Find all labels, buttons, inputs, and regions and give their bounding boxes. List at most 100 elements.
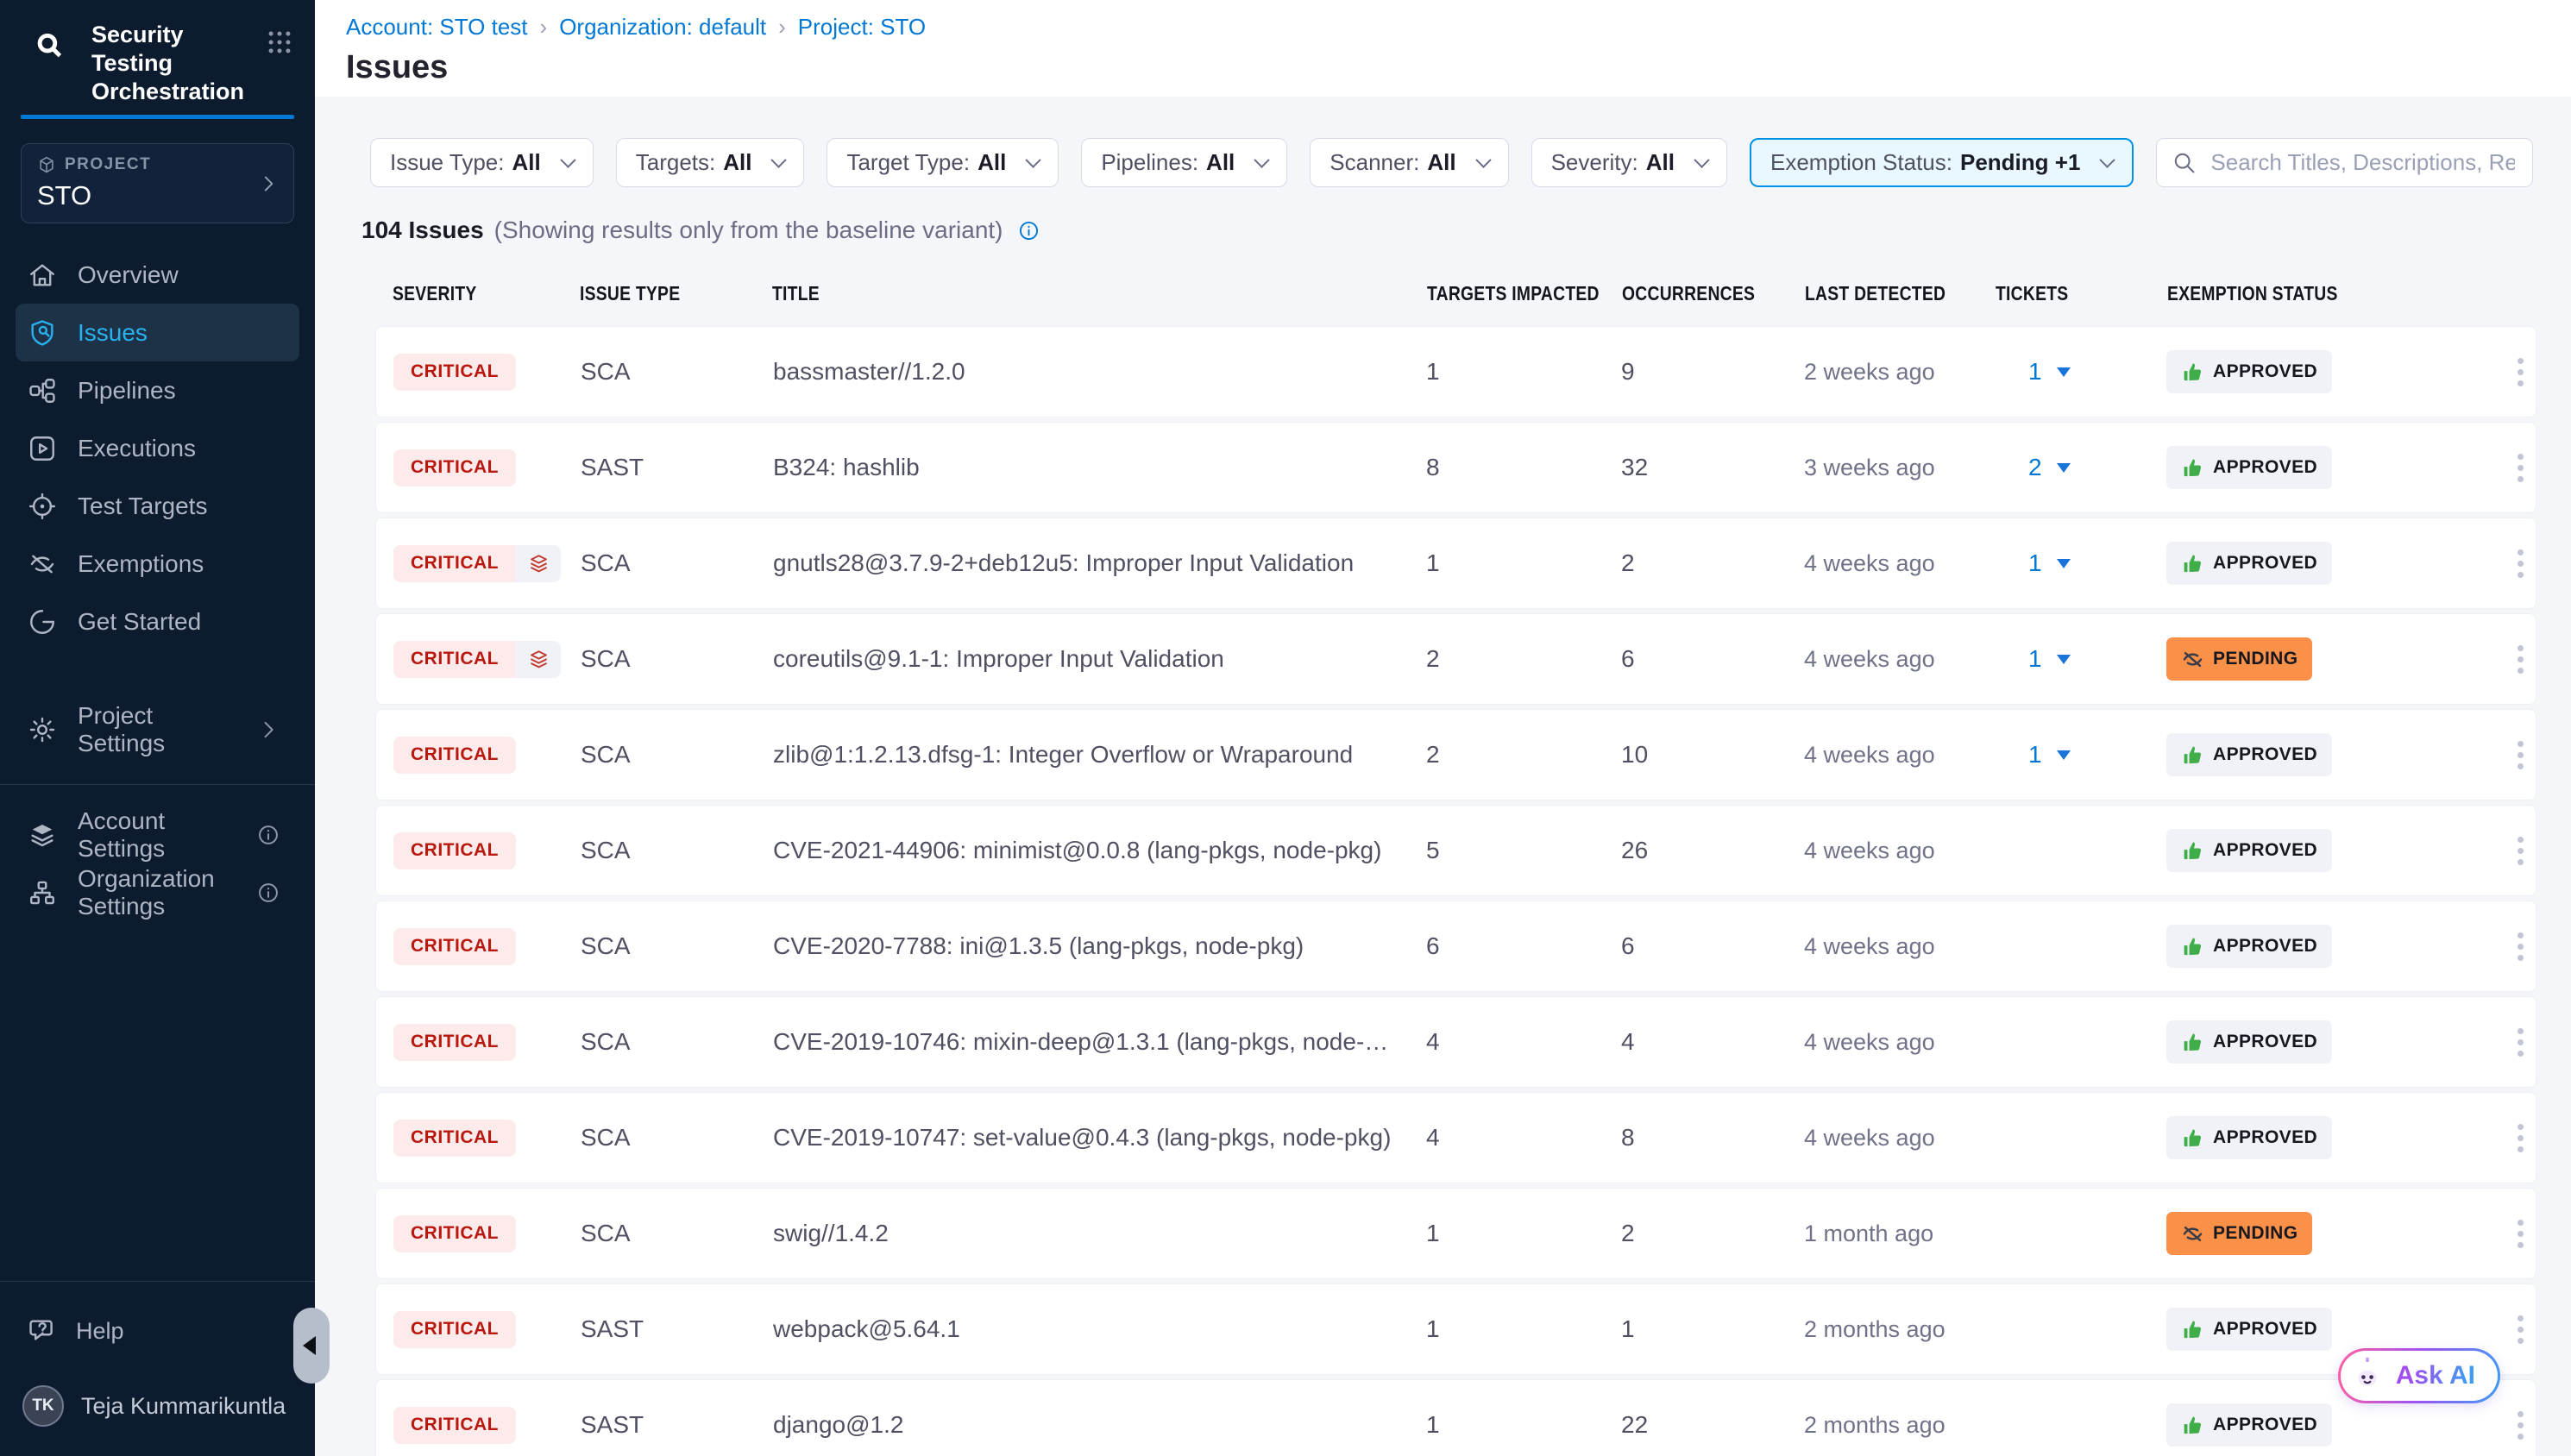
table-row[interactable]: CRITICAL SCA bassmaster//1.2.0 1 9 2 wee… — [375, 326, 2536, 417]
table-header: SEVERITYISSUE TYPETITLETARGETS IMPACTEDO… — [375, 282, 2536, 326]
row-menu-button[interactable] — [2518, 1220, 2536, 1248]
table-row[interactable]: CRITICAL SCA CVE-2019-10747: set-value@0… — [375, 1092, 2536, 1183]
targets-impacted: 1 — [1426, 1411, 1621, 1439]
sidebar-item-get-started[interactable]: Get Started — [0, 593, 315, 650]
sidebar-item-issues[interactable]: Issues — [16, 304, 299, 361]
project-selector[interactable]: PROJECT STO — [21, 143, 294, 223]
help-button[interactable]: Help — [0, 1304, 315, 1358]
row-menu-button[interactable] — [2518, 837, 2536, 865]
issues-count: 104 Issues — [361, 217, 484, 244]
thumb-up-icon — [2181, 1318, 2204, 1341]
sidebar-item-test-targets[interactable]: Test Targets — [0, 477, 315, 535]
filter-targets-[interactable]: Targets: All — [616, 138, 805, 187]
tickets-dropdown[interactable]: 1 — [1995, 549, 2166, 577]
tickets-dropdown[interactable]: 1 — [1995, 358, 2166, 386]
occurrences: 22 — [1621, 1411, 1804, 1439]
row-menu-button[interactable] — [2518, 454, 2536, 482]
gear-icon — [28, 715, 57, 744]
exemption-status-badge[interactable]: APPROVED — [2166, 1403, 2332, 1447]
exemption-status-badge[interactable]: APPROVED — [2166, 1020, 2332, 1064]
targets-impacted: 2 — [1426, 645, 1621, 673]
issue-title: django@1.2 — [773, 1411, 1426, 1439]
row-menu-button[interactable] — [2518, 1028, 2536, 1057]
jira-ticket-icon — [1995, 646, 2021, 672]
exemption-status-badge[interactable]: APPROVED — [2166, 446, 2332, 489]
last-detected: 4 weeks ago — [1804, 838, 1995, 864]
breadcrumb-link[interactable]: Account: STO test — [346, 14, 528, 41]
sidebar-collapse-handle[interactable] — [293, 1308, 330, 1384]
filter-issue-type-[interactable]: Issue Type: All — [370, 138, 594, 187]
sidebar-item-executions[interactable]: Executions — [0, 419, 315, 477]
table-row[interactable]: CRITICAL SCA CVE-2019-10746: mixin-deep@… — [375, 996, 2536, 1088]
issue-title: B324: hashlib — [773, 454, 1426, 481]
filter-pipelines-[interactable]: Pipelines: All — [1081, 138, 1287, 187]
table-row[interactable]: CRITICAL SCA swig//1.4.2 1 2 1 month ago… — [375, 1188, 2536, 1279]
issue-type: SCA — [581, 549, 773, 577]
stacked-layers-icon — [516, 545, 561, 582]
table-row[interactable]: CRITICAL SAST B324: hashlib 8 32 3 weeks… — [375, 422, 2536, 513]
issue-title: CVE-2020-7788: ini@1.3.5 (lang-pkgs, nod… — [773, 932, 1426, 960]
exemption-status-badge[interactable]: APPROVED — [2166, 925, 2332, 968]
severity-label: CRITICAL — [393, 545, 516, 582]
row-menu-button[interactable] — [2518, 1124, 2536, 1152]
severity-label: CRITICAL — [393, 449, 516, 486]
table-row[interactable]: CRITICAL SCA gnutls28@3.7.9-2+deb12u5: I… — [375, 518, 2536, 609]
filter-scanner-[interactable]: Scanner: All — [1310, 138, 1508, 187]
sidebar-item-organization-settings[interactable]: Organization Settings — [0, 863, 315, 921]
sidebar-item-overview[interactable]: Overview — [0, 246, 315, 304]
table-row[interactable]: CRITICAL SCA coreutils@9.1-1: Improper I… — [375, 613, 2536, 705]
table-row[interactable]: CRITICAL SAST webpack@5.64.1 1 1 2 month… — [375, 1283, 2536, 1375]
module-grid-icon[interactable] — [265, 28, 294, 57]
ask-ai-button[interactable]: Ask AI — [2338, 1348, 2500, 1403]
filter-severity-[interactable]: Severity: All — [1531, 138, 1727, 187]
severity-label: CRITICAL — [393, 641, 516, 678]
last-detected: 2 months ago — [1804, 1316, 1995, 1343]
collapse-arrow-icon — [303, 1336, 316, 1355]
user-menu[interactable]: TK Teja Kummarikuntla — [0, 1378, 315, 1434]
exemption-status-badge[interactable]: PENDING — [2166, 637, 2312, 681]
sidebar-item-pipelines[interactable]: Pipelines — [0, 361, 315, 419]
issue-title: CVE-2019-10747: set-value@0.4.3 (lang-pk… — [773, 1124, 1426, 1152]
breadcrumb-link[interactable]: Project: STO — [798, 14, 926, 41]
row-menu-button[interactable] — [2518, 645, 2536, 674]
tickets-dropdown[interactable]: 1 — [1995, 645, 2166, 673]
exemption-status-badge[interactable]: APPROVED — [2166, 829, 2332, 872]
breadcrumb-link[interactable]: Organization: default — [559, 14, 766, 41]
severity-badge: CRITICAL — [393, 641, 561, 678]
severity-badge: CRITICAL — [393, 1311, 516, 1348]
row-menu-button[interactable] — [2518, 741, 2536, 769]
severity-label: CRITICAL — [393, 832, 516, 869]
severity-label: CRITICAL — [393, 737, 516, 774]
table-row[interactable]: CRITICAL SCA CVE-2021-44906: minimist@0.… — [375, 805, 2536, 896]
module-accent-bar — [21, 115, 294, 119]
tickets-dropdown[interactable]: 2 — [1995, 454, 2166, 481]
row-menu-button[interactable] — [2518, 358, 2536, 386]
sidebar-item-exemptions[interactable]: Exemptions — [0, 535, 315, 593]
row-menu-button[interactable] — [2518, 549, 2536, 578]
sidebar-item-project-settings[interactable]: Project Settings — [0, 700, 315, 758]
exemption-status-badge[interactable]: APPROVED — [2166, 733, 2332, 776]
table-row[interactable]: CRITICAL SAST django@1.2 1 22 2 months a… — [375, 1379, 2536, 1456]
info-icon[interactable] — [1017, 219, 1040, 242]
table-row[interactable]: CRITICAL SCA CVE-2020-7788: ini@1.3.5 (l… — [375, 901, 2536, 992]
exemption-status-badge[interactable]: APPROVED — [2166, 1308, 2332, 1351]
row-menu-button[interactable] — [2518, 932, 2536, 961]
column-header: TITLE — [772, 282, 1427, 305]
issue-type: SCA — [581, 932, 773, 960]
jira-ticket-icon — [1995, 550, 2021, 576]
row-menu-button[interactable] — [2518, 1315, 2536, 1344]
sidebar-item-account-settings[interactable]: Account Settings — [0, 806, 315, 863]
tickets-dropdown[interactable]: 1 — [1995, 741, 2166, 769]
chevron-down-icon — [560, 152, 575, 167]
table-row[interactable]: CRITICAL SCA zlib@1:1.2.13.dfsg-1: Integ… — [375, 709, 2536, 800]
filter-target-type-[interactable]: Target Type: All — [827, 138, 1059, 187]
row-menu-button[interactable] — [2518, 1411, 2536, 1440]
exemption-status-badge[interactable]: APPROVED — [2166, 350, 2332, 393]
exemption-status-badge[interactable]: APPROVED — [2166, 1116, 2332, 1159]
filter-exemption-status-[interactable]: Exemption Status: Pending +1 — [1750, 138, 2134, 187]
breadcrumb-separator: › — [778, 14, 786, 41]
exemption-status-badge[interactable]: APPROVED — [2166, 542, 2332, 585]
search-input[interactable] — [2156, 138, 2533, 187]
issue-title: coreutils@9.1-1: Improper Input Validati… — [773, 645, 1426, 673]
exemption-status-badge[interactable]: PENDING — [2166, 1212, 2312, 1255]
